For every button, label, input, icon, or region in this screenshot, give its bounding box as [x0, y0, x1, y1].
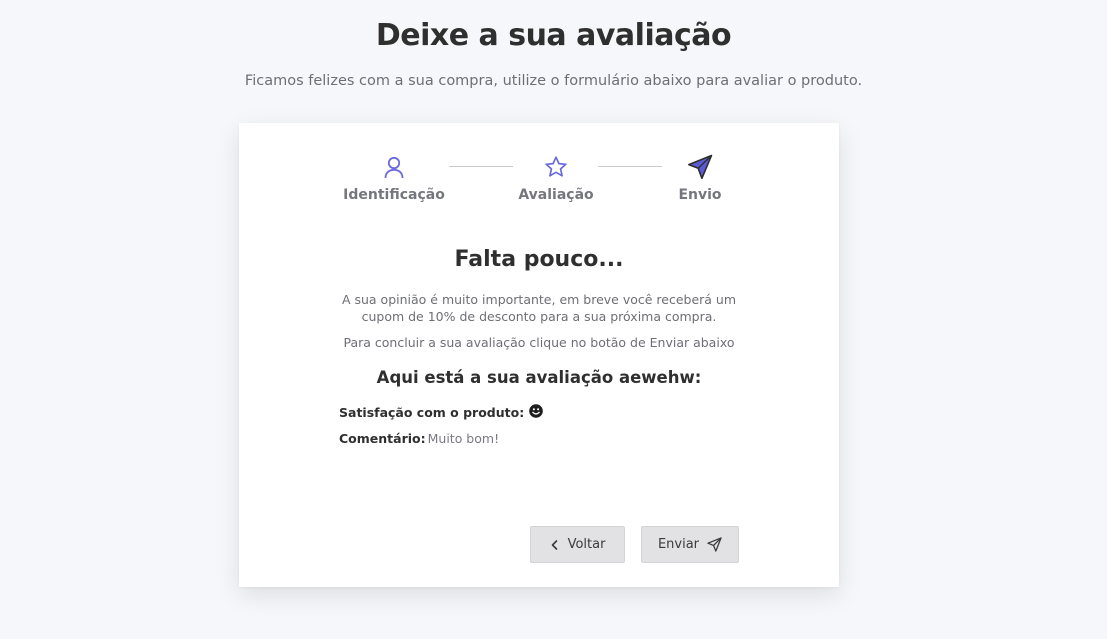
step-avaliacao: Avaliação — [486, 153, 626, 203]
comment-row: Comentário: Muito bom! — [339, 431, 499, 446]
user-icon — [384, 156, 404, 179]
step-label: Envio — [678, 187, 722, 203]
page: Deixe a sua avaliação Ficamos felizes co… — [0, 0, 1107, 639]
send-button-label: Enviar — [657, 537, 700, 552]
summary-paragraph-1: A sua opinião é muito importante, em bre… — [341, 292, 737, 324]
back-button-label: Voltar — [567, 537, 606, 552]
summary-paragraph-2: Para concluir a sua avaliação clique no … — [343, 335, 735, 350]
send-icon — [688, 154, 713, 180]
comment-label: Comentário: — [339, 431, 426, 446]
comment-value: Muito bom! — [427, 431, 500, 446]
send-outline-icon — [707, 537, 722, 552]
page-title: Deixe a sua avaliação — [375, 18, 732, 53]
summary-heading: Falta pouco... — [454, 247, 624, 272]
step-identificacao: Identificação — [324, 153, 464, 203]
chevron-left-icon — [551, 539, 557, 550]
send-button[interactable]: Enviar — [641, 526, 739, 563]
step-label: Identificação — [343, 187, 445, 203]
satisfaction-row: Satisfação com o produto: — [339, 403, 544, 420]
back-button[interactable]: Voltar — [530, 526, 625, 563]
review-title: Aqui está a sua avaliação aewehw: — [376, 368, 702, 387]
review-card: Identificação Avaliação Envio Falta pouc… — [239, 123, 839, 587]
page-subtitle: Ficamos felizes com a sua compra, utiliz… — [244, 73, 863, 89]
smiley-icon — [529, 403, 544, 418]
step-envio: Envio — [630, 153, 770, 203]
step-label: Avaliação — [518, 187, 594, 203]
star-icon — [545, 156, 567, 177]
satisfaction-label: Satisfação com o produto: — [339, 405, 525, 420]
